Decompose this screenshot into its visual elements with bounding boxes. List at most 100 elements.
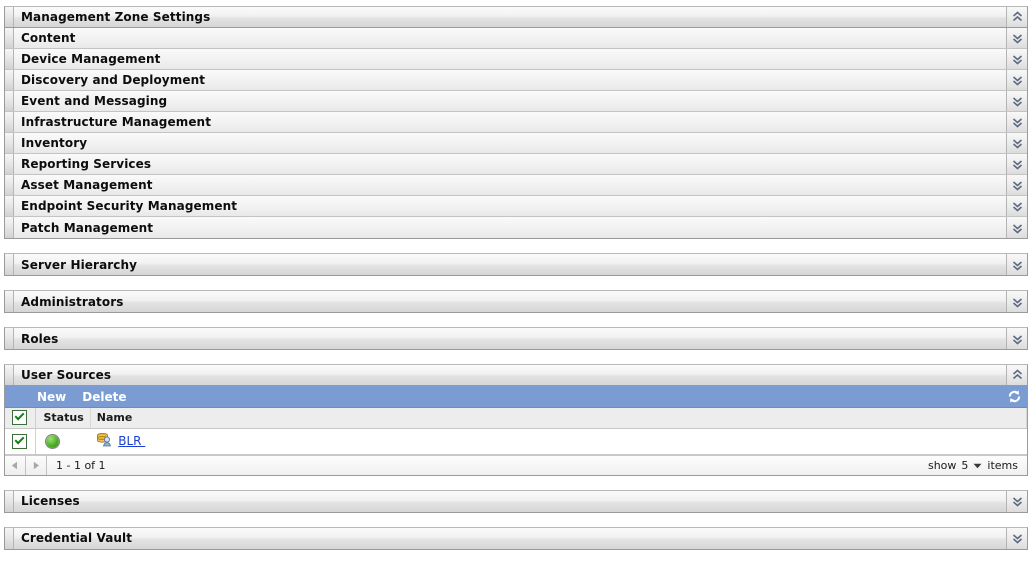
chevrons-down-icon[interactable] — [1006, 70, 1027, 90]
chevrons-down-icon[interactable] — [1006, 196, 1027, 216]
drag-grip — [5, 133, 14, 153]
accordion-item-label: Event and Messaging — [21, 94, 168, 108]
accordion-item-infrastructure-management[interactable]: Infrastructure Management — [5, 112, 1027, 133]
administrators-header[interactable]: Administrators — [5, 291, 1027, 312]
accordion-item-label: Discovery and Deployment — [21, 73, 206, 87]
panel-title: Server Hierarchy — [21, 257, 138, 272]
user-sources-toolbar: New Delete — [5, 386, 1027, 408]
triangle-left-icon[interactable] — [5, 455, 26, 475]
panel-title: Credential Vault — [21, 531, 133, 545]
credential-vault-header[interactable]: Credential Vault — [5, 527, 1027, 549]
drag-grip — [5, 112, 14, 132]
new-button[interactable]: New — [37, 390, 66, 404]
chevrons-down-icon[interactable] — [1006, 28, 1027, 48]
accordion-item-patch-management[interactable]: Patch Management — [5, 217, 1027, 238]
chevrons-down-icon[interactable] — [1006, 527, 1027, 549]
chevrons-down-icon[interactable] — [1006, 133, 1027, 153]
accordion-item-endpoint-security-management[interactable]: Endpoint Security Management — [5, 196, 1027, 217]
chevrons-down-icon[interactable] — [1006, 112, 1027, 132]
credential-vault-panel: Credential Vault — [4, 526, 1028, 550]
chevrons-down-icon[interactable] — [1006, 291, 1027, 312]
drag-grip — [5, 490, 14, 512]
user-sources-table: Status Name BLR — [5, 408, 1028, 455]
accordion-item-label: Reporting Services — [21, 157, 152, 171]
drag-grip — [5, 196, 14, 216]
row-name-cell: BLR — [90, 428, 1027, 455]
chevrons-down-icon[interactable] — [1006, 328, 1027, 349]
drag-grip — [5, 7, 14, 27]
accordion-item-label: Patch Management — [21, 220, 154, 235]
server-hierarchy-panel: Server Hierarchy — [4, 253, 1028, 276]
user-sources-panel: User Sources New Delete Status Name BLR … — [4, 364, 1028, 476]
row-checkbox[interactable] — [12, 433, 28, 449]
select-all-checkbox-cell[interactable] — [5, 408, 36, 429]
management-zone-settings-header[interactable]: Management Zone Settings — [5, 7, 1027, 28]
column-header-status[interactable]: Status — [35, 408, 91, 429]
pager-show-label: show — [927, 458, 957, 472]
chevrons-up-icon[interactable] — [1006, 365, 1027, 385]
server-hierarchy-header[interactable]: Server Hierarchy — [5, 254, 1027, 275]
pager-items-label: items — [987, 458, 1018, 472]
accordion-item-label: Content — [21, 31, 76, 45]
column-header-name[interactable]: Name — [90, 408, 1028, 429]
drag-grip — [5, 217, 14, 238]
page-size-selector[interactable]: show 5 items — [928, 459, 1027, 472]
drag-grip — [5, 49, 14, 69]
user-sources-header[interactable]: User Sources — [5, 365, 1027, 386]
chevrons-up-icon[interactable] — [1006, 7, 1027, 27]
caret-down-icon[interactable] — [973, 459, 982, 472]
status-green-icon — [44, 433, 60, 449]
chevrons-down-icon[interactable] — [1006, 490, 1027, 512]
panel-title: Administrators — [21, 294, 124, 309]
accordion-item-device-management[interactable]: Device Management — [5, 49, 1027, 70]
triangle-right-icon[interactable] — [26, 455, 47, 475]
panel-title: Roles — [21, 331, 59, 346]
chevrons-down-icon[interactable] — [1006, 254, 1027, 275]
user-source-name-link[interactable]: BLR — [118, 434, 145, 448]
user-sources-pager: 1 - 1 of 1 show 5 items — [5, 454, 1027, 475]
drag-grip — [5, 527, 14, 549]
chevrons-down-icon[interactable] — [1006, 154, 1027, 174]
management-zone-settings-panel: Management Zone Settings Content Device … — [4, 6, 1028, 239]
accordion-item-label: Inventory — [21, 136, 88, 150]
drag-grip — [5, 175, 14, 195]
row-status-cell — [35, 428, 91, 455]
refresh-icon[interactable] — [1001, 389, 1027, 404]
user-source-icon — [96, 432, 112, 450]
accordion-item-event-and-messaging[interactable]: Event and Messaging — [5, 91, 1027, 112]
panel-title: User Sources — [21, 368, 112, 382]
drag-grip — [5, 365, 14, 385]
chevrons-down-icon[interactable] — [1006, 91, 1027, 111]
pager-page-size-value[interactable]: 5 — [961, 459, 968, 472]
accordion-item-content[interactable]: Content — [5, 28, 1027, 49]
drag-grip — [5, 70, 14, 90]
roles-header[interactable]: Roles — [5, 328, 1027, 349]
table-row: BLR — [5, 428, 1027, 455]
select-all-checkbox[interactable] — [12, 410, 28, 426]
accordion-item-label: Asset Management — [21, 178, 153, 192]
licenses-header[interactable]: Licenses — [5, 490, 1027, 512]
chevrons-down-icon[interactable] — [1006, 175, 1027, 195]
drag-grip — [5, 328, 14, 349]
licenses-panel: Licenses — [4, 489, 1028, 513]
drag-grip — [5, 254, 14, 275]
row-checkbox-cell[interactable] — [5, 428, 36, 455]
management-zone-page: Management Zone Settings Content Device … — [0, 0, 1032, 587]
drag-grip — [5, 28, 14, 48]
drag-grip — [5, 91, 14, 111]
chevrons-down-icon[interactable] — [1006, 217, 1027, 238]
accordion-item-asset-management[interactable]: Asset Management — [5, 175, 1027, 196]
panel-title: Licenses — [21, 494, 80, 508]
accordion-item-label: Endpoint Security Management — [21, 199, 238, 213]
accordion-item-label: Device Management — [21, 52, 161, 66]
pager-range-label: 1 - 1 of 1 — [56, 458, 106, 472]
accordion-item-reporting-services[interactable]: Reporting Services — [5, 154, 1027, 175]
table-header-row: Status Name — [5, 408, 1028, 429]
roles-panel: Roles — [4, 327, 1028, 350]
accordion-item-discovery-and-deployment[interactable]: Discovery and Deployment — [5, 70, 1027, 91]
accordion-item-label: Infrastructure Management — [21, 115, 212, 129]
accordion-item-inventory[interactable]: Inventory — [5, 133, 1027, 154]
delete-button[interactable]: Delete — [82, 390, 126, 404]
drag-grip — [5, 154, 14, 174]
chevrons-down-icon[interactable] — [1006, 49, 1027, 69]
